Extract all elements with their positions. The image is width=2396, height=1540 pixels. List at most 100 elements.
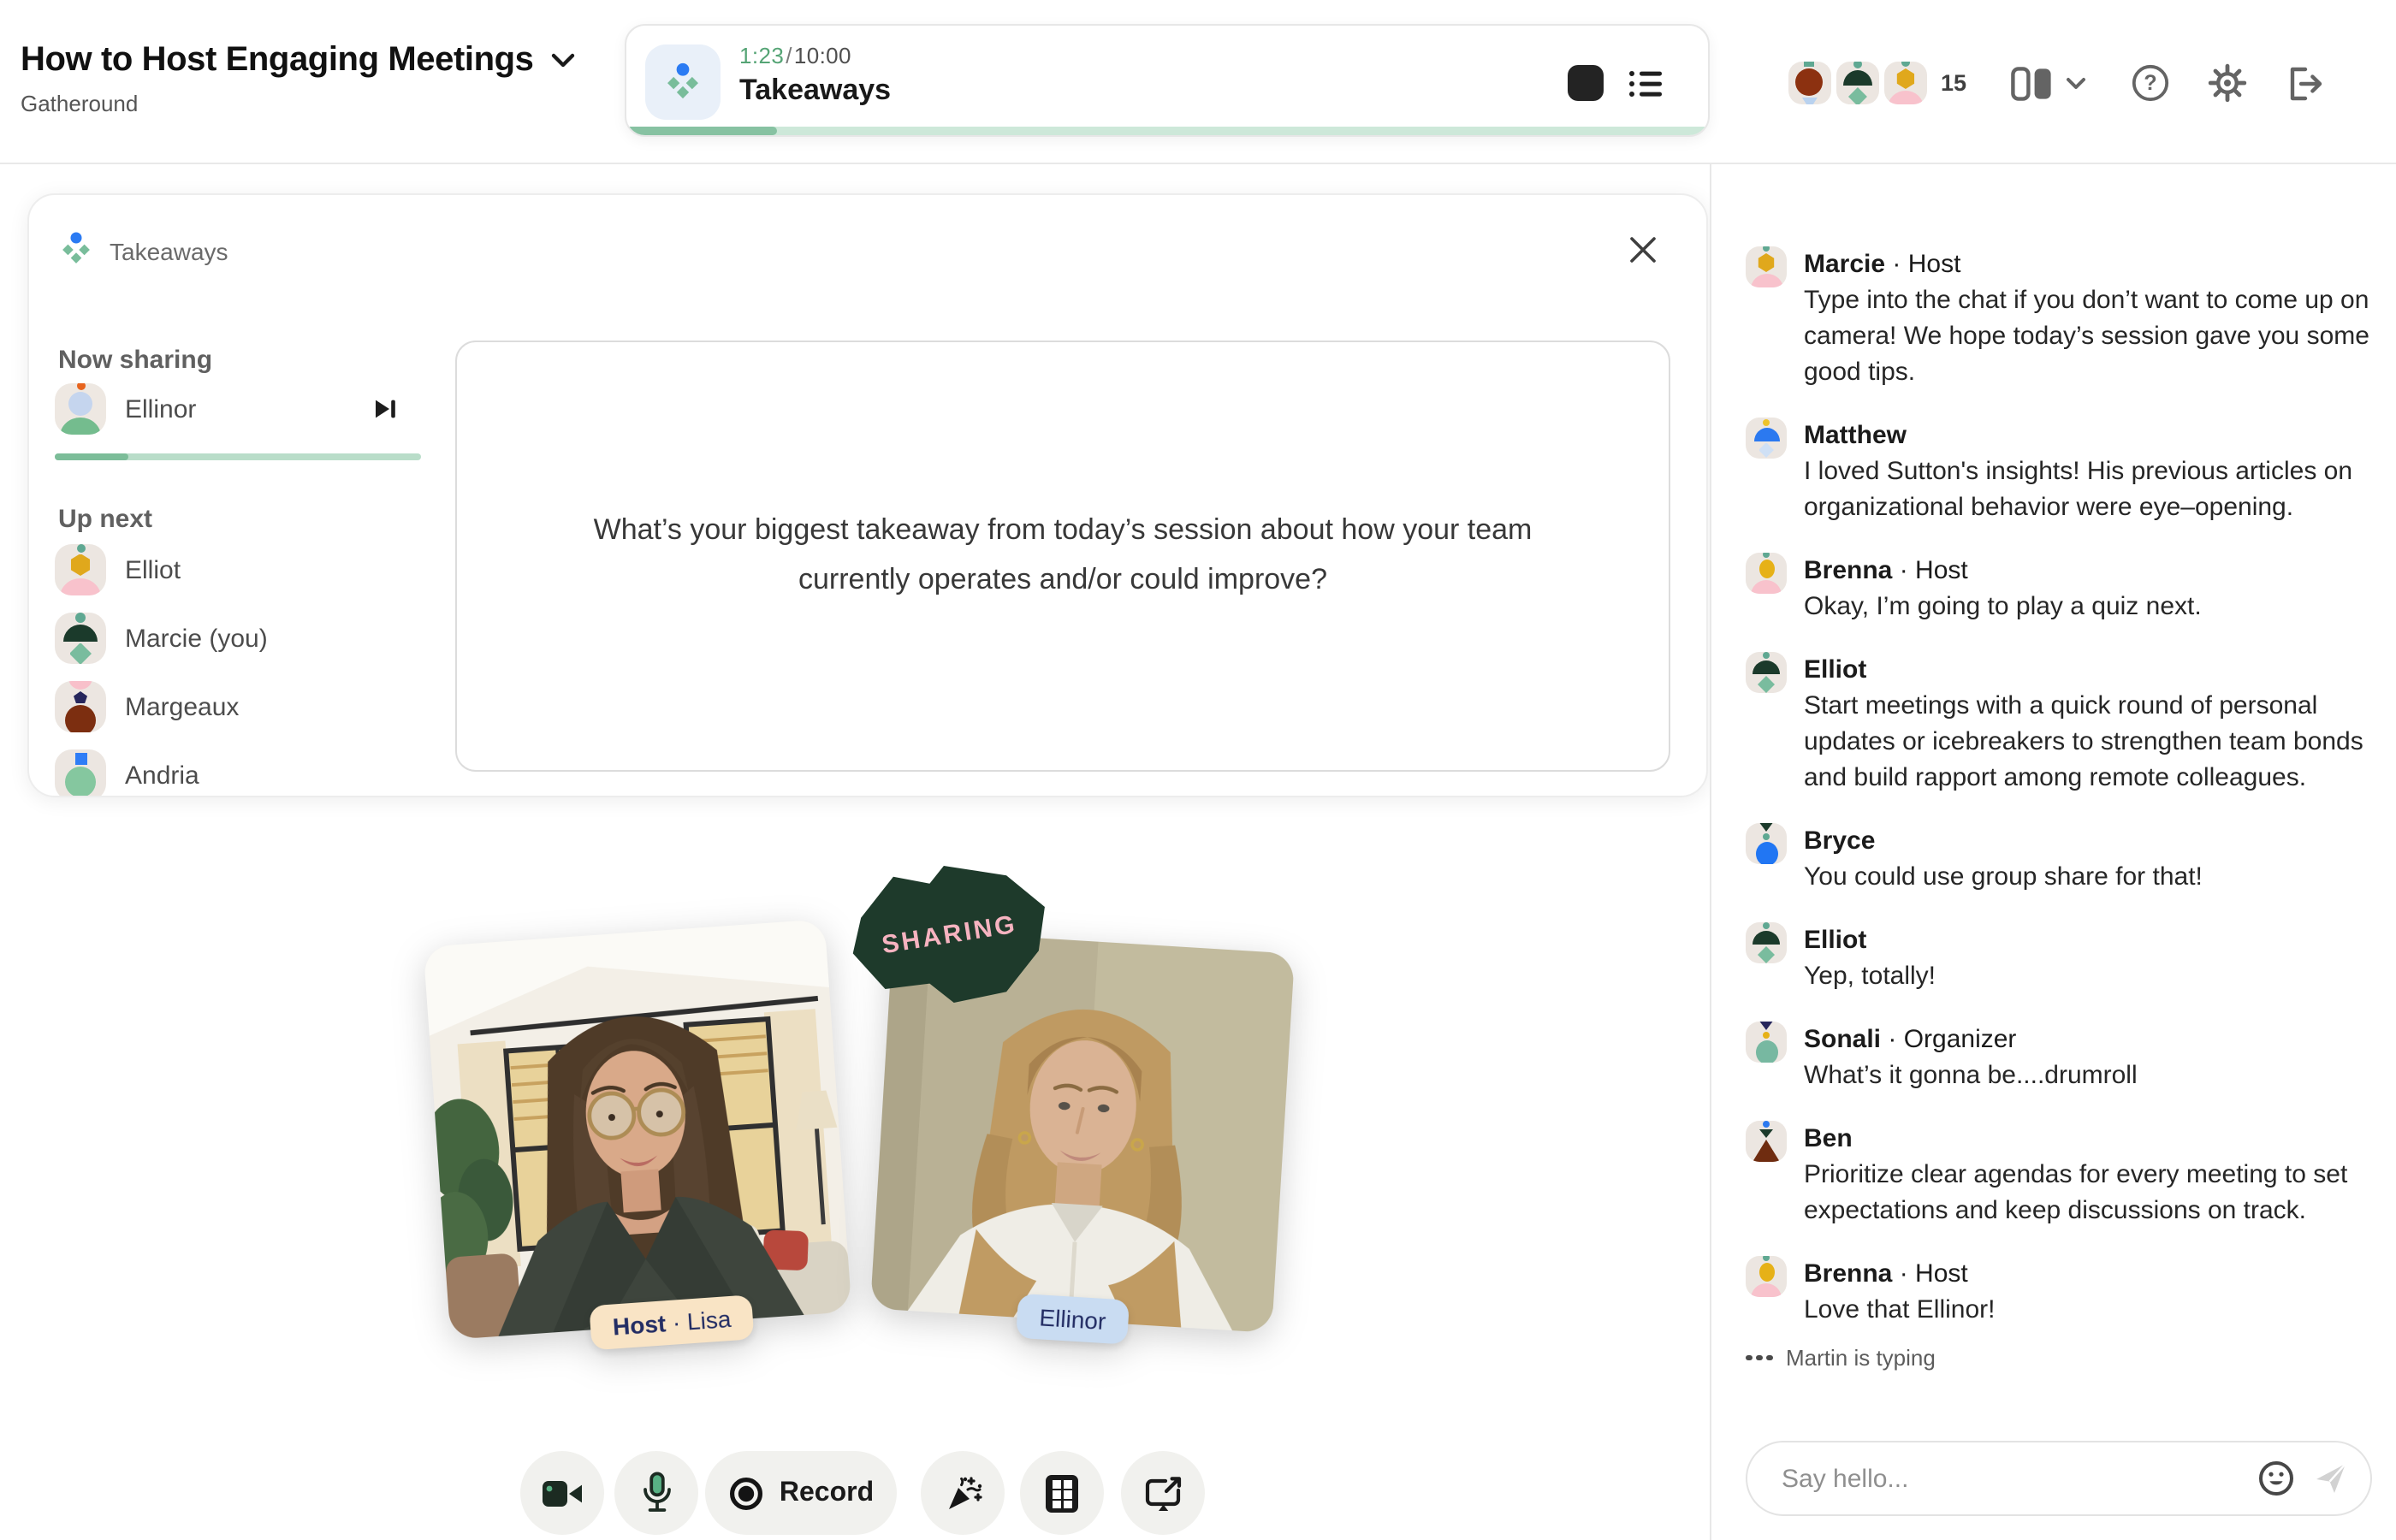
participant-count: 15 [1941, 70, 1966, 96]
emoji-button[interactable] [2257, 1460, 2295, 1497]
gatheround-logo-icon [56, 229, 96, 269]
chat-sender-name: Brenna [1804, 556, 1892, 585]
participant-avatar [1788, 62, 1831, 104]
avatar [1746, 1022, 1787, 1063]
header-controls: 15 ? [1788, 62, 2324, 104]
microphone-icon [639, 1472, 673, 1514]
up-next-name: Andria [125, 761, 199, 790]
up-next-row: Andria [55, 749, 431, 797]
chat-sender-name: Sonali [1804, 1025, 1881, 1054]
sharer-progress-bar [55, 453, 421, 460]
activity-summary-card: 1:23/10:00 Takeaways [625, 24, 1710, 137]
record-button[interactable]: Record [705, 1451, 897, 1535]
gear-icon [2208, 63, 2247, 103]
up-next-name: Marcie (you) [125, 624, 268, 653]
avatar [55, 383, 106, 435]
chat-message: Sonali · Organizer What’s it gonna be....… [1746, 1022, 2372, 1093]
participant-avatars [1788, 62, 1927, 104]
settings-button[interactable] [2208, 63, 2247, 103]
emoji-icon [2257, 1460, 2295, 1497]
avatar [1746, 823, 1787, 864]
avatar [1746, 246, 1787, 287]
svg-text:?: ? [2144, 71, 2156, 95]
chat-sender-role: · Organizer [1881, 1025, 2016, 1054]
activity-queue-button[interactable] [1628, 65, 1665, 101]
chat-message-text: Start meetings with a quick round of per… [1804, 688, 2372, 796]
chat-sender-name: Marcie [1804, 250, 1885, 279]
question-card: What’s your biggest takeaway from today’… [455, 341, 1670, 772]
avatar [55, 749, 106, 797]
sharer-name: Ellinor [125, 394, 373, 424]
lisa-video [424, 919, 852, 1340]
layout-select-button[interactable] [2011, 66, 2086, 100]
chat-sender-name: Ben [1804, 1124, 1853, 1153]
chat-message: Brenna · HostOkay, I’m going to play a q… [1746, 553, 2372, 625]
camera-icon [541, 1476, 584, 1510]
up-next-label: Up next [58, 505, 152, 534]
leave-meeting-button[interactable] [2285, 64, 2324, 102]
chat-message: Matthew I loved Sutton's insights! His pr… [1746, 418, 2372, 525]
avatar [1746, 1256, 1787, 1297]
close-panel-button[interactable] [1624, 231, 1662, 269]
video-tile-lisa[interactable]: Host · Lisa [424, 919, 852, 1340]
chat-sender-name: Elliot [1804, 926, 1866, 955]
grid-view-button[interactable] [1020, 1451, 1104, 1535]
chat-message-text: You could use group share for that! [1804, 859, 2372, 895]
chat-input[interactable] [1778, 1462, 2240, 1495]
chat-message-text: Type into the chat if you don’t want to … [1804, 282, 2372, 390]
chat-message: ElliotStart meetings with a quick round … [1746, 652, 2372, 796]
avatar [55, 681, 106, 732]
up-next-name: Margeaux [125, 692, 239, 721]
chat-message-text: What’s it gonna be....drumroll [1804, 1057, 2372, 1093]
effects-button[interactable] [921, 1451, 1005, 1535]
film-grid-icon [1044, 1472, 1080, 1513]
ellinor-video [870, 929, 1295, 1333]
up-next-row: Margeaux [55, 681, 431, 732]
microphone-button[interactable] [614, 1451, 698, 1535]
camera-button[interactable] [520, 1451, 604, 1535]
now-sharing-label: Now sharing [58, 346, 212, 375]
chat-sidebar: Marcie · Host Type into the chat if you d… [1710, 164, 2396, 1540]
chat-sender-name: Matthew [1804, 421, 1907, 450]
now-sharing-row: Ellinor [55, 383, 397, 435]
send-button[interactable] [2312, 1460, 2350, 1497]
chat-message: Brenna · HostLove that Ellinor! [1746, 1256, 2372, 1328]
chat-message: Marcie · HostType into the chat if you d… [1746, 246, 2372, 390]
participant-avatar [1884, 62, 1927, 104]
meeting-title: How to Host Engaging Meetings [21, 41, 534, 80]
chat-sender-role: · Host [1892, 1259, 1967, 1288]
stage-layout-icon [2011, 66, 2054, 100]
avatar [1746, 922, 1787, 963]
help-button[interactable]: ? [2131, 63, 2170, 103]
chat-message-text: Prioritize clear agendas for every meeti… [1804, 1157, 2372, 1229]
takeaways-panel: Takeaways Now sharing Ellinor Up next El… [27, 193, 1708, 797]
activity-timer: 1:23/10:00 [739, 43, 891, 68]
typing-dots-icon [1746, 1355, 1772, 1361]
up-next-name: Elliot [125, 555, 181, 584]
avatar [55, 613, 106, 664]
avatar [1746, 1121, 1787, 1162]
ellinor-name-pill: Ellinor [1016, 1294, 1130, 1345]
question-text: What’s your biggest takeaway from today’… [549, 507, 1576, 605]
record-icon [728, 1474, 766, 1512]
screen-share-button[interactable] [1121, 1451, 1205, 1535]
stop-activity-button[interactable] [1568, 65, 1604, 101]
meeting-title-block: How to Host Engaging Meetings Gatheround [21, 41, 575, 116]
up-next-row: Elliot [55, 544, 431, 595]
participant-avatar [1836, 62, 1879, 104]
send-icon [2312, 1460, 2350, 1497]
chat-message-text: I loved Sutton's insights! His previous … [1804, 453, 2372, 525]
chat-sender-name: Brenna [1804, 1259, 1892, 1288]
chat-message: ElliotYep, totally! [1746, 922, 2372, 994]
chat-sender-name: Bryce [1804, 826, 1875, 856]
confetti-icon [942, 1472, 983, 1513]
sharer-avatar [55, 383, 106, 435]
skip-next-button[interactable] [373, 397, 397, 421]
help-icon: ? [2131, 63, 2170, 103]
gatheround-activity-icon [645, 44, 721, 120]
app-name: Gatheround [21, 91, 575, 116]
chevron-down-icon[interactable] [551, 53, 575, 68]
up-next-row: Marcie (you) [55, 613, 431, 664]
video-tile-ellinor[interactable]: Ellinor [870, 929, 1295, 1333]
chat-input-container [1746, 1441, 2372, 1516]
